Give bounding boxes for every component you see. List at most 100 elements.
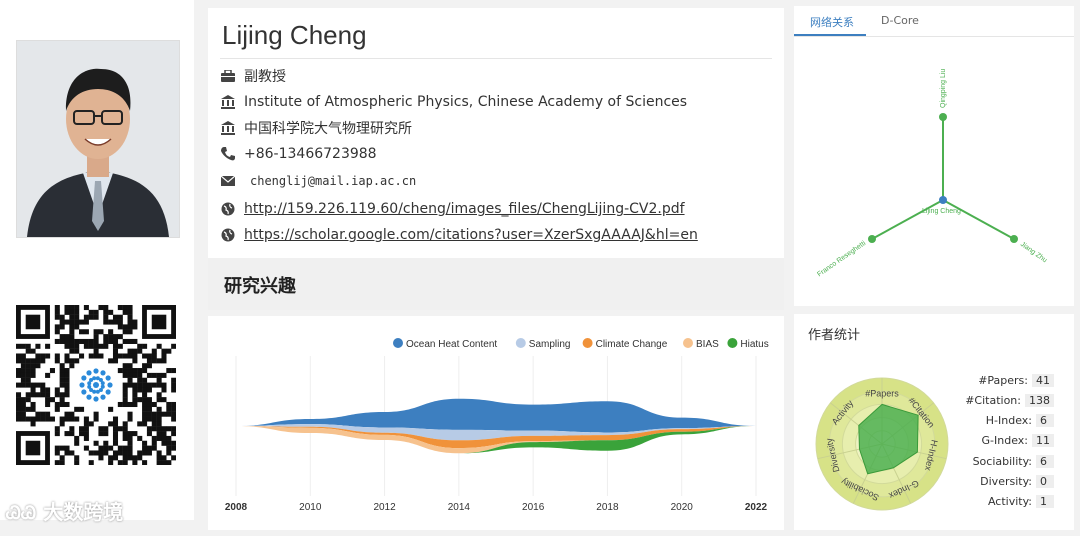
graph-node[interactable] bbox=[939, 113, 947, 121]
qr-module bbox=[64, 319, 70, 325]
qr-module bbox=[166, 368, 172, 374]
qr-module bbox=[132, 392, 138, 398]
qr-code-image bbox=[16, 305, 177, 466]
qr-module bbox=[146, 445, 152, 451]
affiliation-en-text: Institute of Atmospheric Physics, Chines… bbox=[244, 94, 688, 110]
institution-icon bbox=[220, 94, 236, 110]
qr-module bbox=[98, 353, 104, 359]
legend-swatch bbox=[727, 338, 738, 348]
phone-text: +86-13466723988 bbox=[244, 146, 377, 162]
qr-module bbox=[25, 343, 31, 349]
qr-module bbox=[93, 416, 99, 422]
qr-module bbox=[161, 397, 167, 403]
qr-module bbox=[127, 329, 133, 335]
qr-module bbox=[156, 377, 162, 383]
qr-module bbox=[74, 305, 80, 311]
qr-module bbox=[40, 387, 46, 393]
radar-label: #Papers bbox=[865, 388, 899, 398]
stat-value: 41 bbox=[1032, 373, 1054, 387]
qr-module bbox=[117, 450, 123, 456]
qr-module bbox=[93, 338, 99, 344]
qr-module bbox=[74, 460, 80, 466]
affiliation-en-row: Institute of Atmospheric Physics, Chines… bbox=[220, 92, 687, 112]
qr-module bbox=[108, 338, 114, 344]
position-row: 副教授 bbox=[220, 66, 286, 86]
qr-module bbox=[108, 309, 114, 315]
legend-item[interactable]: Hiatus bbox=[727, 338, 769, 350]
qr-module bbox=[142, 382, 148, 388]
qr-module bbox=[69, 431, 75, 437]
stat-value: 138 bbox=[1025, 393, 1054, 407]
x-tick-label: 2022 bbox=[745, 502, 768, 513]
qr-module bbox=[93, 329, 99, 335]
qr-module bbox=[142, 460, 148, 466]
qr-module bbox=[156, 411, 162, 417]
qr-module bbox=[54, 445, 60, 451]
qr-module bbox=[83, 319, 89, 325]
qr-module bbox=[64, 353, 70, 359]
email-text: chenglij@mail.iap.ac.cn bbox=[250, 174, 417, 188]
qr-module bbox=[122, 450, 128, 456]
qr-module bbox=[69, 343, 75, 349]
graph-node[interactable] bbox=[1010, 235, 1018, 243]
legend-item[interactable]: Ocean Heat Content bbox=[393, 338, 497, 350]
chart-areas bbox=[236, 398, 756, 454]
qr-module bbox=[132, 319, 138, 325]
scholar-link[interactable]: https://scholar.google.com/citations?use… bbox=[244, 227, 698, 243]
qr-module bbox=[20, 411, 26, 417]
qr-module bbox=[156, 431, 162, 437]
qr-module bbox=[132, 348, 138, 354]
qr-module bbox=[54, 392, 60, 398]
qr-module bbox=[112, 435, 119, 441]
graph-center-node[interactable] bbox=[939, 196, 947, 204]
interest-title: 研究兴趣 bbox=[224, 276, 296, 297]
qr-module bbox=[98, 445, 104, 451]
homepage-row: http://159.226.119.60/cheng/images_files… bbox=[220, 199, 685, 219]
legend-item[interactable]: Sampling bbox=[515, 338, 571, 350]
legend-swatch bbox=[683, 338, 693, 348]
qr-module bbox=[54, 426, 60, 432]
qr-module bbox=[45, 353, 51, 359]
qr-module bbox=[74, 348, 80, 354]
graph-node[interactable] bbox=[868, 235, 876, 243]
qr-module bbox=[69, 411, 75, 417]
qr-module bbox=[88, 450, 94, 456]
qr-module bbox=[54, 305, 60, 311]
legend-item[interactable]: Climate Change bbox=[582, 338, 668, 350]
qr-module bbox=[20, 368, 26, 374]
tab-dcore[interactable]: D-Core bbox=[881, 14, 919, 27]
qr-module bbox=[127, 435, 133, 441]
qr-module bbox=[49, 368, 55, 374]
qr-module bbox=[16, 411, 22, 417]
qr-module bbox=[64, 450, 70, 456]
qr-module bbox=[108, 406, 114, 412]
profile-photo bbox=[16, 40, 180, 238]
qr-module bbox=[69, 426, 75, 432]
qr-module bbox=[112, 421, 119, 427]
qr-module bbox=[171, 416, 177, 422]
legend-item[interactable]: BIAS bbox=[683, 338, 719, 350]
qr-module bbox=[64, 416, 70, 422]
qr-module bbox=[151, 353, 157, 359]
qr-module bbox=[166, 460, 172, 466]
qr-module bbox=[64, 372, 70, 378]
qr-module bbox=[142, 401, 148, 408]
qr-module bbox=[112, 334, 119, 340]
portrait-image bbox=[17, 41, 179, 237]
qr-module bbox=[156, 421, 162, 427]
qr-module bbox=[132, 455, 138, 461]
qr-module bbox=[142, 406, 148, 412]
tab-network[interactable]: 网络关系 bbox=[810, 14, 854, 30]
qr-module bbox=[59, 421, 65, 427]
qr-module bbox=[25, 397, 31, 403]
qr-module bbox=[25, 382, 31, 388]
qr-module bbox=[156, 372, 162, 378]
stat-value: 1 bbox=[1036, 495, 1054, 509]
qr-module bbox=[16, 401, 22, 408]
homepage-link[interactable]: http://159.226.119.60/cheng/images_files… bbox=[244, 201, 685, 217]
stat-label: #Papers: bbox=[978, 373, 1028, 387]
stat-row: G-Index: 11 bbox=[982, 433, 1054, 449]
qr-module bbox=[117, 319, 123, 325]
qr-module bbox=[171, 387, 177, 393]
qr-module bbox=[122, 455, 128, 461]
